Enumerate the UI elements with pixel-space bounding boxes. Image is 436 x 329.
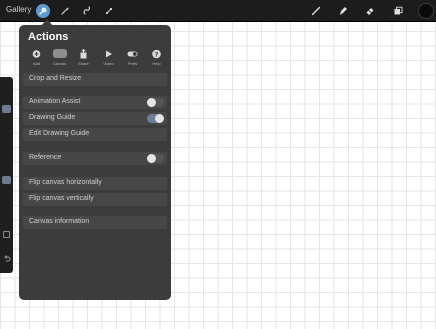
panel-title: Actions: [28, 31, 69, 43]
help-icon: ?: [151, 48, 163, 59]
menu-flip-horizontal[interactable]: Flip canvas horizontally: [23, 177, 167, 190]
video-icon: [103, 48, 115, 59]
opacity-slider[interactable]: [2, 176, 11, 184]
selection-icon[interactable]: [80, 4, 94, 18]
brush-icon[interactable]: [309, 4, 323, 18]
tab-prefs[interactable]: Prefs: [121, 48, 144, 70]
share-icon: [78, 48, 90, 59]
menu-edit-drawing-guide[interactable]: Edit Drawing Guide: [23, 128, 167, 141]
wrench-icon[interactable]: [36, 4, 50, 18]
tab-help[interactable]: ? Help: [145, 48, 168, 70]
undo-icon[interactable]: [3, 249, 11, 262]
transform-icon[interactable]: [102, 4, 116, 18]
tab-share[interactable]: Share: [72, 48, 95, 70]
magic-wand-icon[interactable]: [58, 4, 72, 18]
layers-icon[interactable]: [391, 4, 405, 18]
color-swatch[interactable]: [418, 3, 434, 19]
menu-drawing-guide[interactable]: Drawing Guide: [23, 112, 167, 125]
tab-add[interactable]: Add: [25, 48, 48, 70]
add-icon: [31, 48, 43, 59]
actions-tabs: Add Canvas Share Video Prefs ? Help: [23, 48, 169, 70]
menu-canvas-information[interactable]: Canvas information: [23, 216, 167, 229]
left-sidebar: [0, 77, 13, 273]
actions-panel: Actions Add Canvas Share Video Prefs ? H…: [19, 25, 171, 300]
smudge-icon[interactable]: [336, 4, 350, 18]
top-toolbar: Gallery: [0, 0, 436, 22]
menu-reference[interactable]: Reference: [23, 152, 167, 165]
tab-video[interactable]: Video: [97, 48, 120, 70]
reference-toggle[interactable]: [147, 154, 164, 163]
menu-animation-assist[interactable]: Animation Assist: [23, 96, 167, 109]
gallery-button[interactable]: Gallery: [6, 5, 31, 14]
svg-text:?: ?: [155, 50, 159, 58]
tab-canvas[interactable]: Canvas: [48, 48, 71, 70]
brush-size-slider[interactable]: [2, 105, 11, 113]
modify-button[interactable]: [3, 231, 10, 238]
menu-flip-vertical[interactable]: Flip canvas vertically: [23, 193, 167, 206]
prefs-icon: [127, 48, 139, 59]
drawing-guide-toggle[interactable]: [147, 114, 164, 123]
animation-assist-toggle[interactable]: [147, 98, 164, 107]
eraser-icon[interactable]: [363, 4, 377, 18]
menu-crop-resize[interactable]: Crop and Resize: [23, 73, 167, 86]
canvas-icon: [52, 48, 67, 59]
